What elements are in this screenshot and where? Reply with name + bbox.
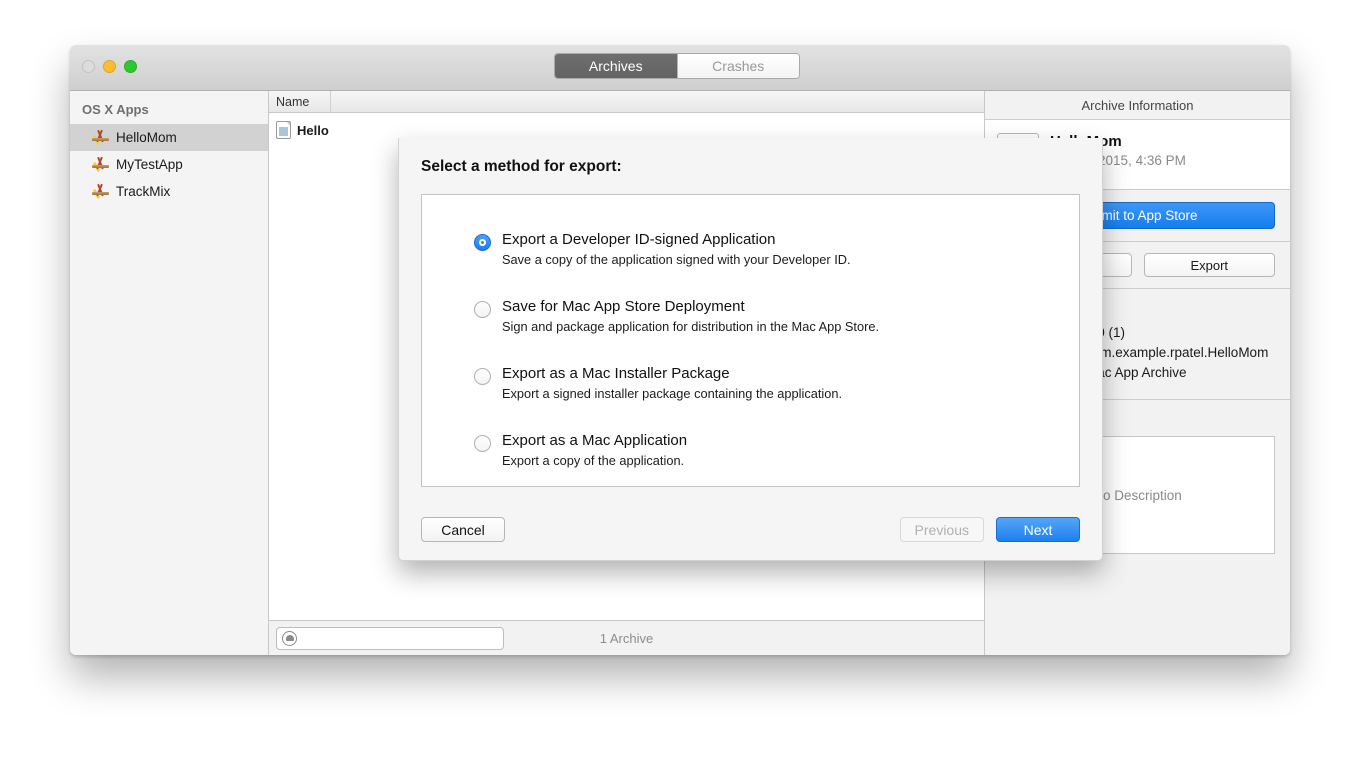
option-description: Export a copy of the application.	[502, 453, 685, 468]
option-label: Save for Mac App Store Deployment	[502, 298, 745, 315]
export-button[interactable]: Export	[1143, 253, 1275, 277]
detail-value: com.example.rpatel.HelloMom	[1086, 345, 1269, 360]
option-label: Export as a Mac Installer Package	[502, 365, 730, 382]
option-description: Sign and package application for distrib…	[502, 319, 880, 334]
detail-value: Mac App Archive	[1086, 365, 1187, 380]
tab-archives[interactable]: Archives	[555, 54, 677, 78]
radio-icon[interactable]	[474, 301, 491, 318]
option-description: Export a signed installer package contai…	[502, 386, 843, 401]
detail-value: 1.0 (1)	[1086, 325, 1126, 340]
option-mac-app-store[interactable]: Save for Mac App Store Deployment Sign a…	[474, 298, 1079, 334]
export-method-sheet: Select a method for export: Export a Dev…	[398, 138, 1103, 561]
tab-crashes[interactable]: Crashes	[676, 54, 799, 78]
sheet-button-row: Cancel Previous Next	[421, 517, 1080, 542]
archive-row-name: Hello	[297, 122, 329, 138]
radio-icon[interactable]	[474, 368, 491, 385]
window-controls	[82, 60, 137, 73]
view-tab-group: Archives Crashes	[554, 53, 800, 79]
sidebar-item-hellomom[interactable]: HelloMom	[70, 124, 268, 151]
sidebar-item-label: HelloMom	[116, 130, 177, 145]
close-button-icon[interactable]	[82, 60, 95, 73]
export-options-group: Export a Developer ID-signed Application…	[421, 194, 1080, 487]
sidebar-item-label: MyTestApp	[116, 157, 183, 172]
sidebar-section-header: OS X Apps	[82, 102, 149, 117]
minimize-button-icon[interactable]	[103, 60, 116, 73]
sidebar: OS X Apps HelloMom MyTestApp TrackMix	[70, 91, 269, 655]
xcode-project-icon	[92, 156, 109, 172]
sidebar-item-mytestapp[interactable]: MyTestApp	[70, 151, 268, 178]
option-mac-application[interactable]: Export as a Mac Application Export a cop…	[474, 432, 1079, 468]
sheet-title: Select a method for export:	[421, 158, 622, 175]
option-developer-id-signed[interactable]: Export a Developer ID-signed Application…	[474, 231, 1079, 267]
option-label: Export a Developer ID-signed Application	[502, 231, 776, 248]
xcode-project-icon	[92, 183, 109, 199]
window-titlebar: Archives Crashes	[70, 45, 1290, 91]
radio-icon[interactable]	[474, 435, 491, 452]
option-description: Save a copy of the application signed wi…	[502, 252, 851, 267]
archive-count-label: 1 Archive	[599, 630, 654, 646]
column-header-name[interactable]: Name	[269, 90, 331, 113]
option-installer-package[interactable]: Export as a Mac Installer Package Export…	[474, 365, 1079, 401]
xcode-project-icon	[92, 129, 109, 145]
sidebar-item-label: TrackMix	[116, 184, 171, 199]
sidebar-item-trackmix[interactable]: TrackMix	[70, 178, 268, 205]
list-column-header: Name	[269, 90, 984, 113]
previous-button: Previous	[899, 517, 984, 542]
zoom-button-icon[interactable]	[124, 60, 137, 73]
list-status-bar: 1 Archive	[269, 620, 984, 655]
cancel-button[interactable]: Cancel	[421, 517, 505, 542]
option-label: Export as a Mac Application	[502, 432, 688, 449]
radio-icon[interactable]	[474, 234, 491, 251]
archive-document-icon	[276, 121, 291, 139]
inspector-title: Archive Information	[985, 91, 1290, 120]
next-button[interactable]: Next	[996, 517, 1080, 542]
xcode-organizer-window: Archives Crashes OS X Apps HelloMom MyTe…	[70, 45, 1290, 655]
